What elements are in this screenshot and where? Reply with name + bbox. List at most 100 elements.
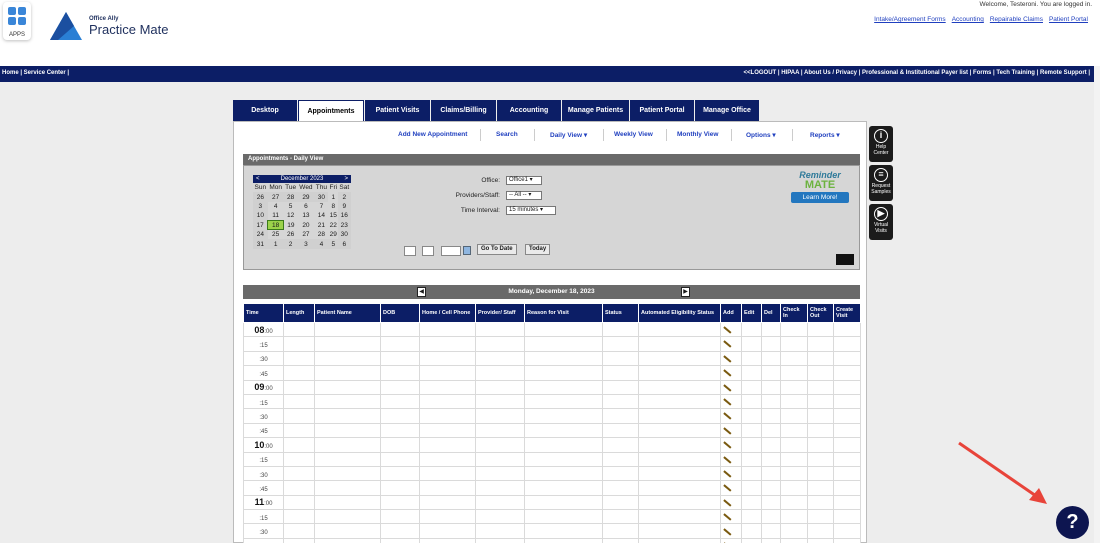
- go-to-date-button[interactable]: Go To Date: [477, 244, 517, 255]
- calendar-day[interactable]: 5: [284, 202, 298, 211]
- calendar-day[interactable]: 22: [328, 221, 338, 230]
- subnav-weekly-view[interactable]: Weekly View: [614, 131, 653, 138]
- calendar-day[interactable]: 20: [298, 221, 315, 230]
- calendar-day[interactable]: 13: [298, 211, 315, 220]
- today-button[interactable]: Today: [525, 244, 551, 255]
- calendar-day[interactable]: 16: [338, 211, 351, 221]
- pencil-icon[interactable]: [723, 455, 732, 463]
- calendar-day[interactable]: 12: [284, 211, 298, 220]
- virtual-visits-button[interactable]: ▶ Virtual Visits: [869, 204, 893, 240]
- pencil-icon[interactable]: [723, 369, 732, 377]
- interval-select[interactable]: 15 minutes ▾: [506, 206, 556, 215]
- learn-more-button[interactable]: Learn More!: [791, 192, 849, 203]
- office-select[interactable]: Office1 ▾: [506, 176, 542, 185]
- page-scrollbar[interactable]: [1094, 66, 1100, 543]
- calendar-day[interactable]: 15: [328, 211, 338, 220]
- calendar-day[interactable]: 3: [253, 201, 268, 212]
- calendar-day[interactable]: 1: [267, 239, 284, 249]
- pencil-icon[interactable]: [723, 470, 732, 478]
- calendar-day[interactable]: 5: [328, 239, 339, 249]
- calendar-day[interactable]: 31: [253, 239, 268, 249]
- schedule-cell: [761, 422, 781, 439]
- subnav-add-appointment[interactable]: Add New Appointment: [398, 131, 467, 138]
- schedule-cell: [780, 537, 808, 543]
- calendar-day[interactable]: 10: [253, 211, 268, 221]
- calendar-day[interactable]: 30: [338, 229, 351, 240]
- calendar-next-button[interactable]: >: [344, 176, 348, 182]
- link-accounting[interactable]: Accounting: [952, 16, 984, 23]
- pencil-icon[interactable]: [723, 441, 732, 449]
- date-day-input[interactable]: [422, 246, 434, 256]
- calendar-day[interactable]: 4: [314, 239, 329, 249]
- calendar-day[interactable]: 30: [314, 192, 329, 202]
- link-intake-forms[interactable]: Intake/Agreement Forms: [874, 16, 946, 23]
- calendar-day[interactable]: 27: [298, 230, 315, 239]
- help-center-button[interactable]: i Help Center: [869, 126, 893, 162]
- subnav-daily-view[interactable]: Daily View ▾: [550, 131, 587, 139]
- calendar-day[interactable]: 23: [338, 220, 351, 230]
- link-patient-portal[interactable]: Patient Portal: [1049, 16, 1088, 23]
- calendar-day[interactable]: 29: [297, 192, 315, 202]
- tab-claims-billing[interactable]: Claims/Billing: [431, 100, 496, 121]
- calendar-day[interactable]: 18: [267, 220, 285, 231]
- pencil-icon[interactable]: [723, 427, 732, 435]
- calendar-day[interactable]: 6: [298, 202, 315, 211]
- tab-patient-visits[interactable]: Patient Visits: [365, 100, 430, 121]
- help-question-button[interactable]: ?: [1056, 506, 1089, 539]
- tab-manage-patients[interactable]: Manage Patients: [562, 100, 629, 121]
- pencil-icon[interactable]: [723, 355, 732, 363]
- link-repairable-claims[interactable]: Repairable Claims: [990, 16, 1043, 23]
- tab-accounting[interactable]: Accounting: [497, 100, 561, 121]
- calendar-day[interactable]: 1: [328, 192, 338, 201]
- calendar-day[interactable]: 19: [284, 221, 298, 230]
- video-icon[interactable]: [836, 254, 854, 265]
- calendar-day[interactable]: 2: [338, 192, 351, 202]
- calendar-picker-icon[interactable]: [463, 246, 471, 255]
- navbar-right-links[interactable]: <<LOGOUT | HIPAA | About Us / Privacy | …: [744, 70, 1090, 76]
- calendar-day[interactable]: 17: [253, 220, 268, 230]
- pencil-icon[interactable]: [723, 513, 732, 521]
- date-year-input[interactable]: [441, 246, 461, 256]
- next-day-button[interactable]: ▶: [681, 287, 690, 297]
- pencil-icon[interactable]: [723, 340, 732, 348]
- subnav-options[interactable]: Options ▾: [746, 131, 776, 139]
- calendar-day[interactable]: 27: [267, 192, 284, 202]
- pencil-icon[interactable]: [723, 484, 732, 492]
- calendar-day[interactable]: 7: [314, 202, 328, 211]
- tab-appointments[interactable]: Appointments: [298, 100, 364, 121]
- calendar-day[interactable]: 9: [338, 201, 351, 212]
- pencil-icon[interactable]: [723, 326, 732, 334]
- subnav-reports[interactable]: Reports ▾: [810, 131, 840, 139]
- calendar-day[interactable]: 25: [268, 230, 284, 239]
- calendar-day[interactable]: 24: [253, 229, 268, 240]
- calendar-day[interactable]: 28: [314, 230, 328, 239]
- calendar-day[interactable]: 14: [314, 211, 328, 220]
- apps-button[interactable]: APPS: [3, 2, 31, 40]
- pencil-icon[interactable]: [723, 499, 732, 507]
- calendar-day[interactable]: 11: [268, 211, 284, 220]
- calendar-day[interactable]: 8: [328, 202, 338, 211]
- tab-patient-portal[interactable]: Patient Portal: [630, 100, 694, 121]
- pencil-icon[interactable]: [723, 383, 732, 391]
- pencil-icon[interactable]: [723, 398, 732, 406]
- calendar-prev-button[interactable]: <: [256, 176, 260, 182]
- calendar-day[interactable]: 26: [284, 230, 298, 239]
- tab-manage-office[interactable]: Manage Office: [695, 100, 759, 121]
- date-month-input[interactable]: [404, 246, 416, 256]
- tab-desktop[interactable]: Desktop: [233, 100, 297, 121]
- navbar-left-links[interactable]: Home | Service Center |: [2, 70, 69, 76]
- calendar-day[interactable]: 21: [314, 221, 328, 230]
- calendar-day[interactable]: 26: [253, 192, 268, 202]
- pencil-icon[interactable]: [723, 412, 732, 420]
- providers-select[interactable]: -- All -- ▾: [506, 191, 542, 200]
- calendar-day[interactable]: 28: [283, 192, 298, 202]
- calendar-day[interactable]: 29: [328, 230, 338, 239]
- calendar-day[interactable]: 6: [338, 239, 351, 249]
- pencil-icon[interactable]: [723, 527, 732, 535]
- calendar-day[interactable]: 3: [297, 239, 315, 249]
- calendar-day[interactable]: 2: [283, 239, 298, 249]
- request-samples-button[interactable]: ≡ Request Samples: [869, 165, 893, 201]
- calendar-day[interactable]: 4: [268, 202, 284, 211]
- subnav-monthly-view[interactable]: Monthly View: [677, 131, 718, 138]
- subnav-search[interactable]: Search: [496, 131, 518, 138]
